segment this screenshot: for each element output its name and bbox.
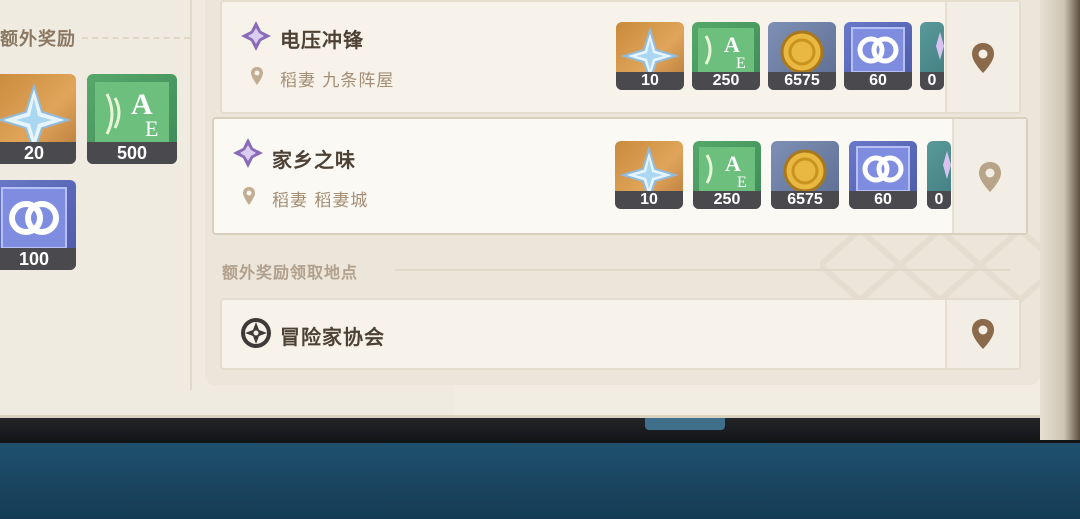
quest-reward-mora[interactable]: 6575 [768,22,836,90]
quest-reward-primogem[interactable]: 10 [615,141,683,209]
quest-reward-friendship[interactable]: 60 [844,22,912,90]
background-sea [0,430,1080,519]
quest-reward-crystal[interactable]: 0 [927,141,951,209]
adventurers-guild-card[interactable]: 冒险家协会 [220,298,1021,370]
svg-text:E: E [145,116,158,141]
location-pin-icon [251,67,263,85]
commission-star-icon [233,138,263,168]
reward-count: 10 [616,72,684,90]
section-divider [395,269,1010,271]
quest-card-2[interactable]: 家乡之味 稻妻 稻妻城 10 A E 250 6575 60 0 [212,117,1028,235]
reward-count: 250 [693,191,761,209]
book-edge-right [1040,0,1080,440]
header-divider [82,37,190,39]
reward-count: 250 [692,72,760,90]
svg-text:E: E [736,55,746,72]
quest-reward-mora[interactable]: 6575 [771,141,839,209]
quest-title: 电压冲锋 [280,28,364,52]
claim-location-label: 额外奖励领取地点 [222,263,359,282]
reward-count: 6575 [768,72,836,90]
quest-title: 家乡之味 [272,148,356,172]
quest-location: 稻妻 稻妻城 [272,191,369,211]
commission-star-icon [241,21,271,51]
reward-count: 60 [844,72,912,90]
quest-reward-adventure-exp[interactable]: A E 250 [692,22,760,90]
reward-count: 0 [920,72,944,90]
location-pin-icon [243,187,255,205]
map-pin-icon [972,43,994,73]
map-pin-icon [972,319,994,349]
reward-count: 500 [87,142,177,164]
quest-reward-adventure-exp[interactable]: A E 250 [693,141,761,209]
map-pin-icon [979,162,1001,192]
quest-reward-friendship[interactable]: 60 [849,141,917,209]
track-location-button[interactable] [945,300,1019,368]
quest-card-1[interactable]: 电压冲锋 稻妻 九条阵屋 10 A E 250 6575 60 0 [220,0,1021,114]
reward-count: 60 [849,191,917,209]
svg-text:A: A [724,32,740,57]
svg-text:E: E [737,174,747,191]
reward-count: 0 [927,191,951,209]
claim-location-title: 冒险家协会 [280,325,385,349]
quest-location: 稻妻 九条阵屋 [280,71,395,91]
extra-rewards-title: 额外奖励 [0,29,76,50]
quest-reward-primogem[interactable]: 10 [616,22,684,90]
decorative-pattern [820,226,1040,304]
reward-count: 10 [615,191,683,209]
reward-tile-primogem[interactable]: 20 [0,74,76,164]
reward-tile-friendship[interactable]: 100 [0,180,76,270]
track-location-button[interactable] [945,2,1019,112]
reward-tile-adventure-exp[interactable]: A E 500 [87,74,177,164]
track-location-button[interactable] [952,119,1026,233]
adventurers-guild-icon [241,318,271,348]
reward-count: 6575 [771,191,839,209]
quest-reward-crystal[interactable]: 0 [920,22,944,90]
book-spine-tab [645,418,725,430]
reward-count: 100 [0,248,76,270]
reward-count: 20 [0,142,76,164]
left-divider [190,0,192,390]
svg-text:A: A [725,151,741,176]
